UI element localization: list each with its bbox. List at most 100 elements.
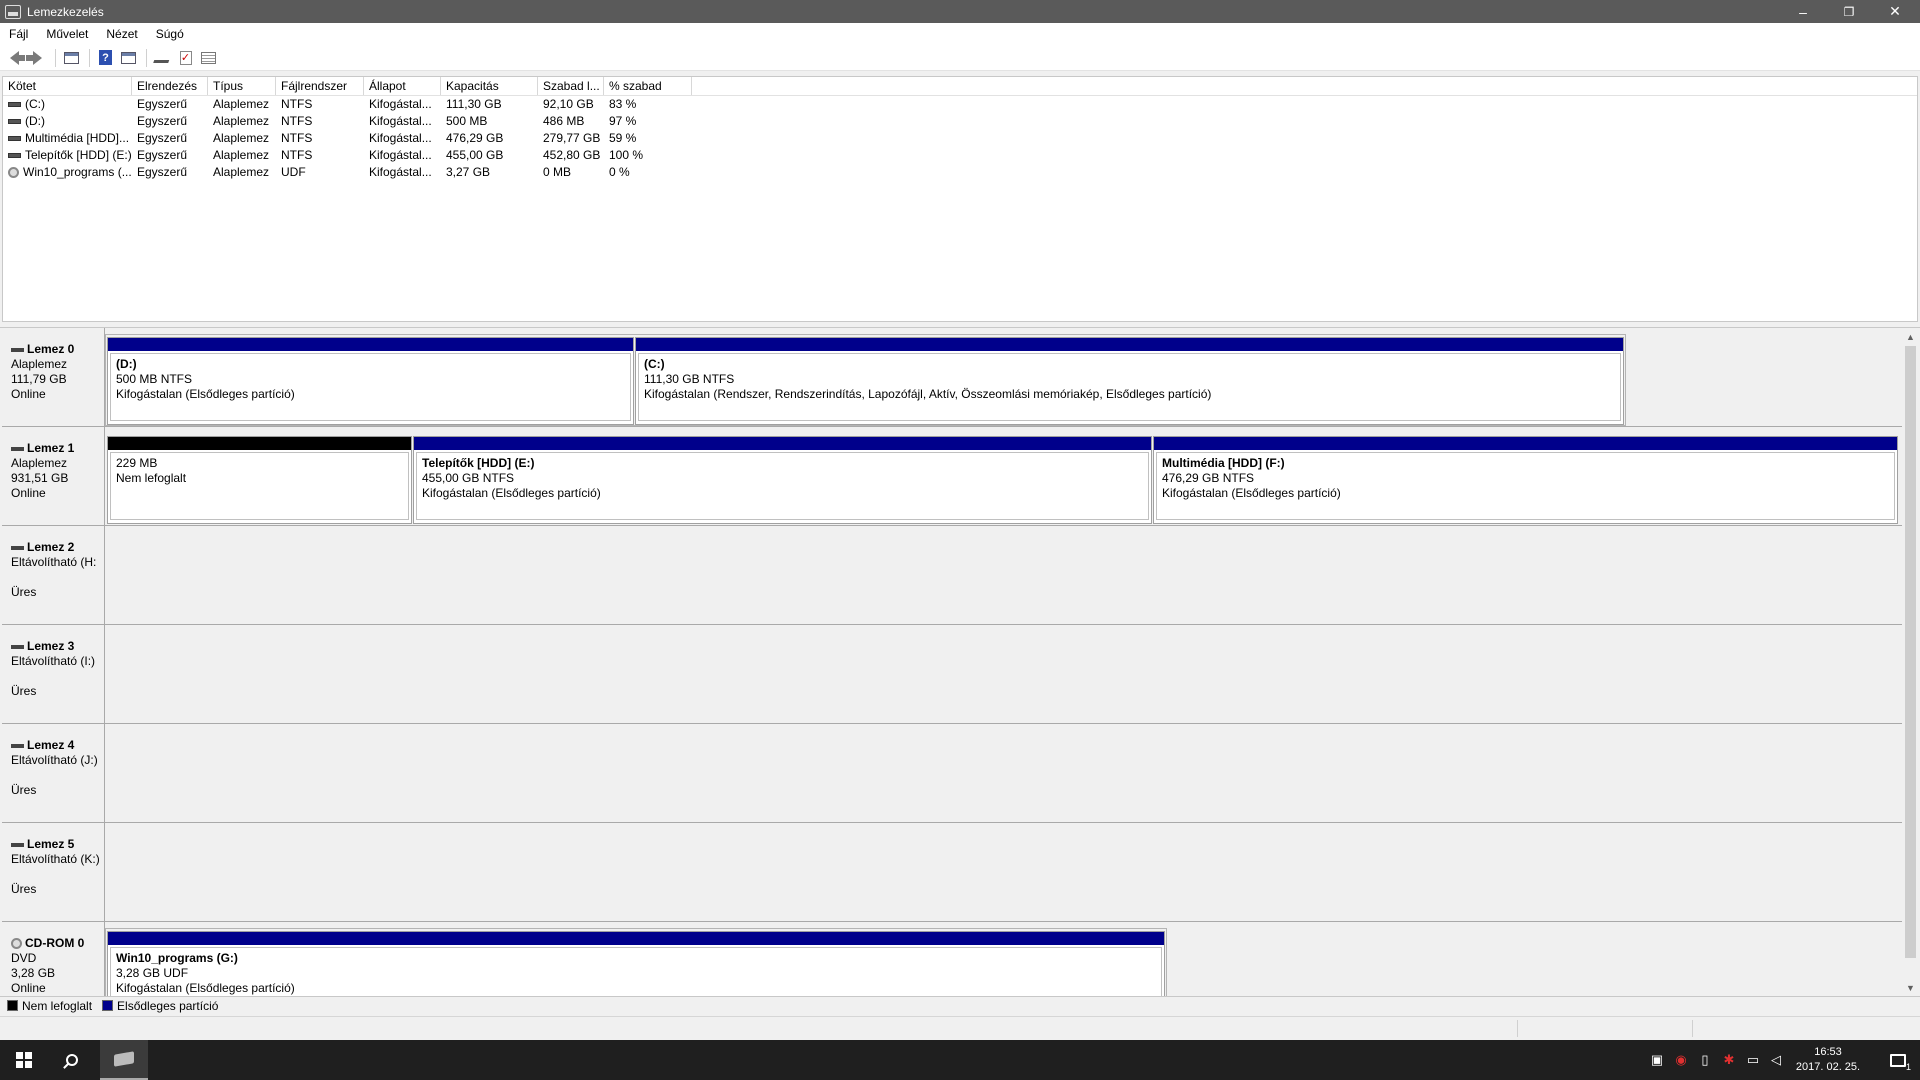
search-button[interactable] — [48, 1040, 96, 1080]
column-header-capacity[interactable]: Kapacitás — [441, 77, 538, 95]
percent-free-cell: 83 % — [609, 97, 637, 111]
partition-block[interactable]: (C:) 111,30 GB NTFS Kifogástalan (Rendsz… — [635, 337, 1624, 425]
vertical-scrollbar[interactable]: ▲ ▼ — [1902, 328, 1919, 996]
table-row[interactable]: Telepítők [HDD] (E:) Egyszerű Alaplemez … — [3, 147, 1917, 164]
partition-title: Telepítők [HDD] (E:) — [422, 456, 535, 470]
capacity-cell: 455,00 GB — [446, 148, 504, 162]
disk-label[interactable]: Lemez 3 Eltávolítható (I:) Üres — [2, 625, 105, 724]
status-cell: Kifogástal... — [369, 148, 432, 162]
percent-free-cell: 97 % — [609, 114, 637, 128]
taskbar: ▣ ◉ ▯ ✱ ▭ ◁ 16:53 2017. 02. 25. — [0, 1040, 1920, 1080]
disk-type: Alaplemez — [11, 357, 68, 371]
volume-name: (D:) — [25, 114, 45, 128]
menu-action[interactable]: Művelet — [37, 27, 97, 41]
network-activity-icon[interactable]: ✱ — [1718, 1040, 1740, 1080]
check-icon[interactable]: ✓ — [175, 48, 196, 68]
partition-size: 476,29 GB NTFS — [1162, 471, 1255, 485]
column-header-free-space[interactable]: Szabad l... — [538, 77, 604, 95]
forward-arrow-icon[interactable] — [26, 48, 48, 68]
disk-size — [11, 570, 104, 585]
disk-partitions — [105, 823, 1902, 922]
table-row[interactable]: Win10_programs (... Egyszerű Alaplemez U… — [3, 164, 1917, 181]
table-row[interactable]: Multimédia [HDD]... Egyszerű Alaplemez N… — [3, 130, 1917, 147]
disk-status: Üres — [11, 882, 37, 896]
properties-icon[interactable] — [118, 48, 139, 68]
disk-label[interactable]: CD-ROM 0 DVD 3,28 GB Online — [2, 922, 105, 996]
unallocated-block[interactable]: 229 MB Nem lefoglalt — [107, 436, 412, 524]
disk-type: DVD — [11, 951, 37, 965]
scroll-up-icon[interactable]: ▲ — [1902, 328, 1919, 345]
type-cell: Alaplemez — [213, 114, 270, 128]
capacity-cell: 111,30 GB — [446, 97, 502, 111]
partition-block[interactable]: Multimédia [HDD] (F:) 476,29 GB NTFS Kif… — [1153, 436, 1898, 524]
type-cell: Alaplemez — [213, 131, 270, 145]
column-header-percent-free[interactable]: % szabad — [604, 77, 692, 95]
close-button[interactable]: ✕ — [1872, 0, 1918, 23]
restore-button[interactable]: ❐ — [1826, 0, 1872, 23]
disk-partitions — [105, 724, 1902, 823]
clock[interactable]: 16:53 2017. 02. 25. — [1780, 1040, 1876, 1080]
usb-icon[interactable]: ▯ — [1694, 1040, 1716, 1080]
volume-name: Win10_programs (... — [23, 165, 132, 179]
disk-partitions — [105, 526, 1902, 625]
volume-list-header: Kötet Elrendezés Típus Fájlrendszer Álla… — [3, 77, 1917, 96]
table-row[interactable]: (D:) Egyszerű Alaplemez NTFS Kifogástal.… — [3, 113, 1917, 130]
partition-title: (D:) — [116, 357, 137, 371]
disk-icon — [11, 347, 24, 352]
free-space-cell: 279,77 GB — [543, 131, 601, 145]
column-header-volume[interactable]: Kötet — [3, 77, 132, 95]
disk-label[interactable]: Lemez 1 Alaplemez 931,51 GB Online — [2, 427, 105, 526]
toolbar: ? ✓ — [0, 45, 1920, 71]
type-cell: Alaplemez — [213, 148, 270, 162]
disk-name: Lemez 2 — [27, 540, 75, 554]
layout-cell: Egyszerű — [137, 165, 188, 179]
disk-name: Lemez 0 — [27, 342, 75, 356]
disk-partitions — [105, 625, 1902, 724]
list-view-icon[interactable] — [198, 48, 219, 68]
disk-label[interactable]: Lemez 5 Eltávolítható (K:) Üres — [2, 823, 105, 922]
disk-partitions: 229 MB Nem lefoglalt Telepítők [HDD] (E:… — [105, 427, 1902, 526]
disk-name: Lemez 5 — [27, 837, 75, 851]
column-header-type[interactable]: Típus — [208, 77, 276, 95]
partition-size: 229 MB — [116, 456, 158, 470]
disk-label[interactable]: Lemez 0 Alaplemez 111,79 GB Online — [2, 328, 105, 427]
table-row[interactable]: (C:) Egyszerű Alaplemez NTFS Kifogástal.… — [3, 96, 1917, 113]
partition-block[interactable]: (D:) 500 MB NTFS Kifogástalan (Elsődlege… — [107, 337, 634, 425]
taskbar-app-disk-management[interactable] — [100, 1040, 148, 1080]
console-tree-icon[interactable] — [61, 48, 82, 68]
disk-name: Lemez 3 — [27, 639, 75, 653]
start-button[interactable] — [0, 1040, 48, 1080]
column-header-filesystem[interactable]: Fájlrendszer — [276, 77, 364, 95]
column-header-layout[interactable]: Elrendezés — [132, 77, 208, 95]
partition-status: Kifogástalan (Elsődleges partíció) — [422, 486, 601, 500]
minimize-button[interactable]: – — [1780, 0, 1826, 23]
notification-icon — [1890, 1053, 1911, 1072]
help-icon[interactable]: ? — [95, 48, 116, 68]
scrollbar-thumb[interactable] — [1905, 346, 1916, 958]
partition-block[interactable]: Telepítők [HDD] (E:) 455,00 GB NTFS Kifo… — [413, 436, 1152, 524]
antivirus-icon[interactable]: ◉ — [1670, 1040, 1692, 1080]
free-space-cell: 452,80 GB — [543, 148, 601, 162]
legend: Nem lefoglalt Elsődleges partíció — [0, 996, 1920, 1014]
legend-label-primary: Elsődleges partíció — [117, 998, 219, 1013]
menu-help[interactable]: Súgó — [147, 27, 193, 41]
network-icon[interactable]: ▭ — [1742, 1040, 1764, 1080]
disk-label[interactable]: Lemez 4 Eltávolítható (J:) Üres — [2, 724, 105, 823]
disk-type: Eltávolítható (K:) — [11, 852, 100, 866]
column-header-status[interactable]: Állapot — [364, 77, 441, 95]
rescan-icon[interactable] — [152, 48, 173, 68]
disk-size: 931,51 GB — [11, 471, 69, 485]
back-arrow-icon[interactable] — [4, 48, 25, 68]
menu-file[interactable]: Fájl — [0, 27, 37, 41]
scroll-down-icon[interactable]: ▼ — [1902, 979, 1919, 996]
disk-label[interactable]: Lemez 2 Eltávolítható (H: Üres — [2, 526, 105, 625]
filesystem-cell: NTFS — [281, 114, 313, 128]
people-icon[interactable]: ▣ — [1646, 1040, 1668, 1080]
partition-block[interactable]: Win10_programs (G:) 3,28 GB UDF Kifogást… — [107, 931, 1165, 996]
disk-management-icon — [5, 4, 21, 19]
action-center-button[interactable] — [1876, 1040, 1920, 1080]
search-icon — [66, 1054, 78, 1066]
partition-status: Nem lefoglalt — [116, 471, 187, 485]
menu-view[interactable]: Nézet — [97, 27, 146, 41]
disk-type: Eltávolítható (J:) — [11, 753, 98, 767]
